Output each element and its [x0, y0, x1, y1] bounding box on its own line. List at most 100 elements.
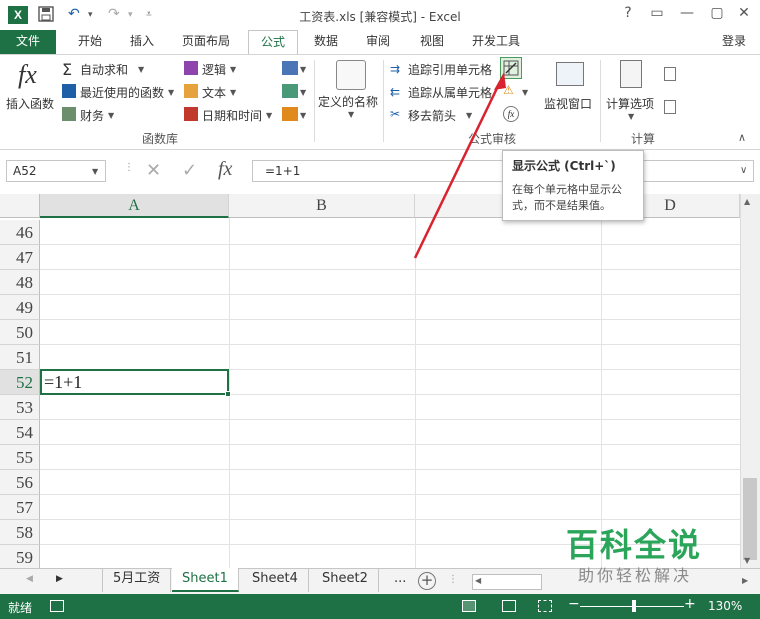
zoom-in-icon[interactable]: +	[684, 596, 696, 612]
expand-formula-bar-icon[interactable]: ∨	[740, 165, 747, 176]
active-cell[interactable]: =1+1	[40, 369, 229, 395]
tab-developer[interactable]: 开发工具	[460, 30, 532, 54]
row-header[interactable]: 50	[0, 320, 40, 345]
fill-handle[interactable]	[225, 391, 231, 397]
fx-icon: fx	[18, 60, 37, 89]
column-header-b[interactable]: B	[229, 194, 415, 218]
collapse-ribbon-icon[interactable]: ∧	[738, 131, 746, 144]
name-box[interactable]: A52	[6, 160, 106, 182]
column-header-a[interactable]: A	[40, 194, 229, 218]
watch-window-button[interactable]: 监视窗口	[544, 95, 592, 112]
error-checking-dropdown-icon[interactable]: ▼	[522, 88, 528, 97]
defined-names-dropdown-icon[interactable]: ▼	[348, 110, 354, 119]
math-dropdown-icon[interactable]: ▼	[300, 88, 306, 97]
trace-dependents-icon: ⇇	[390, 85, 401, 99]
minimize-button[interactable]: —	[676, 5, 698, 21]
login-link[interactable]: 登录	[722, 30, 746, 54]
prev-sheet-icon[interactable]: ◀	[26, 574, 33, 584]
insert-function-fx-icon[interactable]: fx	[218, 158, 232, 181]
zoom-out-icon[interactable]: −	[568, 596, 580, 612]
logic-button[interactable]: 逻辑	[202, 61, 226, 78]
row-header[interactable]: 48	[0, 270, 40, 295]
autosum-dropdown-icon[interactable]: ▼	[138, 65, 144, 74]
calc-sheet-icon[interactable]	[664, 100, 676, 114]
row-header[interactable]: 52	[0, 370, 40, 395]
insert-function-button[interactable]: 插入函数	[6, 95, 54, 112]
finance-button[interactable]: 财务	[80, 107, 104, 124]
scroll-down-icon[interactable]: ▼	[744, 556, 750, 565]
math-icon[interactable]	[282, 84, 298, 98]
tab-page-layout[interactable]: 页面布局	[170, 30, 242, 54]
tab-split-handle-icon[interactable]: ⋮	[448, 574, 458, 585]
defined-names-button[interactable]: 定义的名称	[318, 93, 378, 110]
calc-options-button[interactable]: 计算选项	[606, 95, 654, 112]
gridline	[40, 269, 740, 270]
scroll-up-icon[interactable]: ▲	[744, 197, 750, 206]
more-dropdown-icon[interactable]: ▼	[300, 111, 306, 120]
lookup-icon[interactable]	[282, 61, 298, 75]
scroll-right-icon[interactable]: ▶	[742, 576, 748, 585]
recent-dropdown-icon[interactable]: ▼	[168, 88, 174, 97]
lookup-dropdown-icon[interactable]: ▼	[300, 65, 306, 74]
tab-formulas[interactable]: 公式	[248, 30, 299, 54]
ribbon-display-button[interactable]: ▭	[646, 5, 668, 21]
normal-view-icon[interactable]	[462, 600, 476, 612]
text-dropdown-icon[interactable]: ▼	[230, 88, 236, 97]
row-header[interactable]: 55	[0, 445, 40, 470]
page-break-view-icon[interactable]	[538, 600, 552, 612]
next-sheet-icon[interactable]: ▶	[56, 574, 63, 584]
row-header[interactable]: 54	[0, 420, 40, 445]
select-all-button[interactable]	[0, 194, 40, 218]
formula-bar-handle-icon[interactable]: ⋮	[124, 162, 134, 173]
gridline	[40, 294, 740, 295]
more-functions-icon[interactable]	[282, 107, 298, 121]
tab-view[interactable]: 视图	[408, 30, 456, 54]
sheet-tab-5yue[interactable]: 5月工资	[102, 568, 172, 592]
zoom-slider-thumb[interactable]	[632, 600, 636, 612]
add-sheet-icon[interactable]: +	[418, 572, 436, 590]
tab-data[interactable]: 数据	[302, 30, 350, 54]
recent-functions-button[interactable]: 最近使用的函数	[80, 84, 164, 101]
tab-file[interactable]: 文件	[0, 30, 56, 54]
autosum-button[interactable]: 自动求和	[80, 61, 128, 78]
tab-insert[interactable]: 插入	[118, 30, 166, 54]
horizontal-scrollbar[interactable]	[472, 574, 542, 590]
close-button[interactable]: ✕	[733, 5, 755, 21]
page-layout-view-icon[interactable]	[502, 600, 516, 612]
tab-home[interactable]: 开始	[66, 30, 114, 54]
sheet-tab-sheet4[interactable]: Sheet4	[242, 568, 309, 592]
finance-dropdown-icon[interactable]: ▼	[108, 111, 114, 120]
calc-now-icon[interactable]	[664, 67, 676, 81]
remove-arrows-icon: ✂	[390, 107, 401, 121]
row-header[interactable]: 53	[0, 395, 40, 420]
calc-options-dropdown-icon[interactable]: ▼	[628, 112, 634, 121]
macro-record-icon[interactable]	[50, 600, 64, 612]
row-header[interactable]: 56	[0, 470, 40, 495]
help-button[interactable]: ?	[617, 5, 639, 21]
row-header[interactable]: 51	[0, 345, 40, 370]
sheet-tab-sheet1[interactable]: Sheet1	[172, 568, 239, 592]
maximize-button[interactable]: ▢	[706, 5, 728, 21]
name-box-dropdown-icon[interactable]: ▼	[92, 167, 98, 176]
datetime-dropdown-icon[interactable]: ▼	[266, 111, 272, 120]
vertical-scroll-thumb[interactable]	[743, 478, 757, 560]
scroll-left-icon[interactable]: ◀	[475, 576, 481, 585]
cancel-icon[interactable]: ✕	[146, 160, 161, 181]
sheet-tab-sheet2[interactable]: Sheet2	[312, 568, 379, 592]
row-header[interactable]: 47	[0, 245, 40, 270]
logic-dropdown-icon[interactable]: ▼	[230, 65, 236, 74]
row-header[interactable]: 46	[0, 220, 40, 245]
row-header[interactable]: 59	[0, 545, 40, 570]
zoom-level[interactable]: 130%	[708, 599, 742, 613]
row-header[interactable]: 49	[0, 295, 40, 320]
sigma-icon: Σ	[62, 60, 73, 79]
datetime-button[interactable]: 日期和时间	[202, 107, 262, 124]
tab-review[interactable]: 审阅	[354, 30, 402, 54]
row-header[interactable]: 57	[0, 495, 40, 520]
tooltip-title: 显示公式 (Ctrl+`)	[512, 159, 616, 173]
text-function-button[interactable]: 文本	[202, 84, 226, 101]
gridline	[601, 218, 602, 568]
more-sheets-button[interactable]: ...	[384, 568, 416, 592]
row-header[interactable]: 58	[0, 520, 40, 545]
enter-icon[interactable]: ✓	[182, 160, 197, 181]
